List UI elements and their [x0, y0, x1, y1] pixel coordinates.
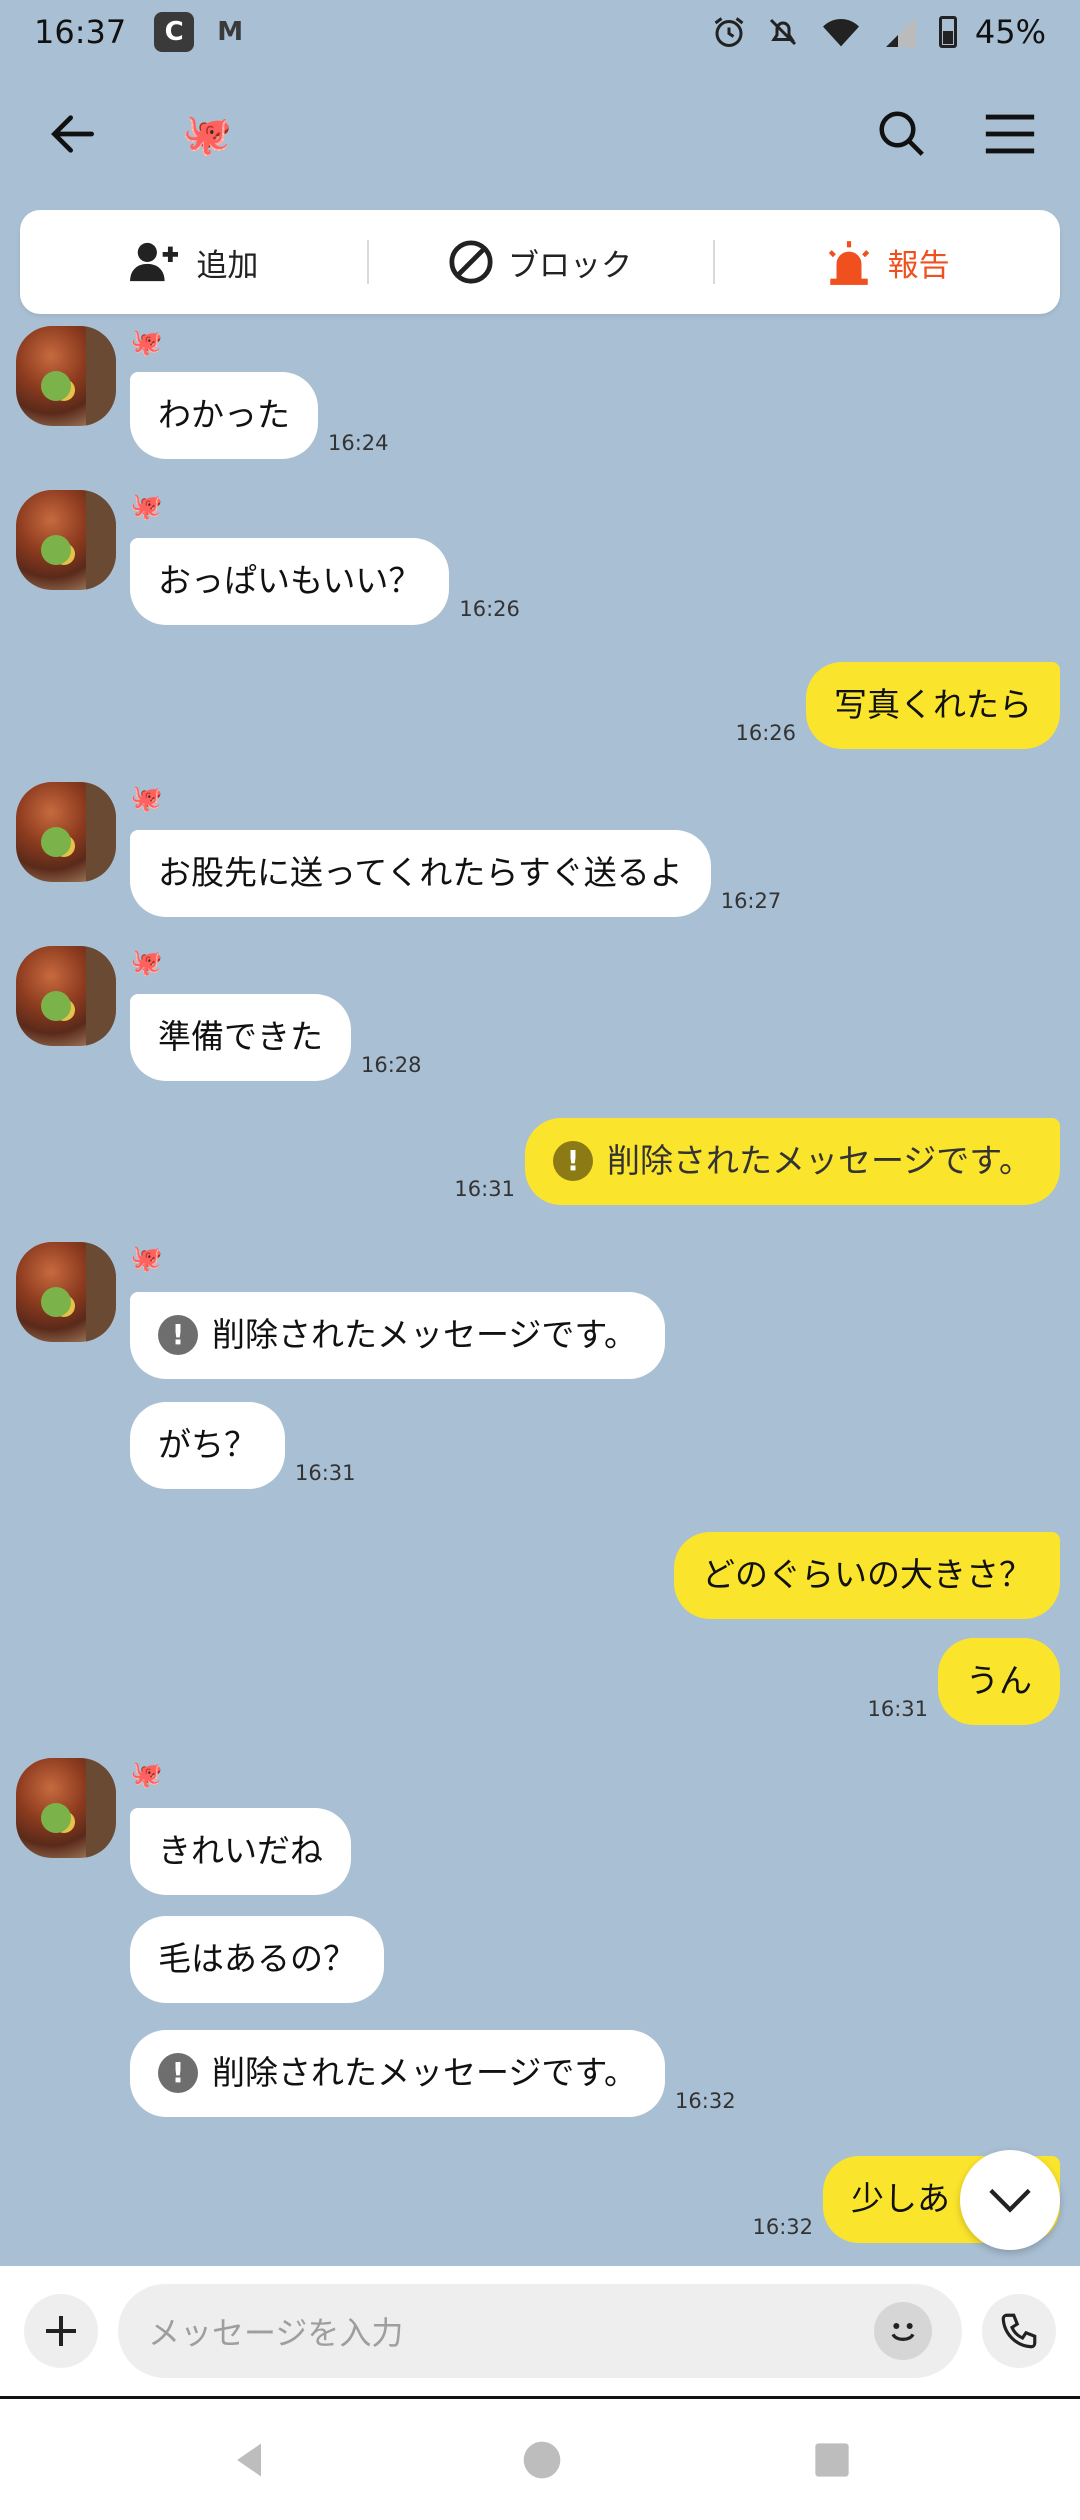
deleted-message-bubble[interactable]: ! 削除されたメッセージです。 — [130, 2030, 666, 2117]
wifi-icon — [822, 19, 859, 47]
exclamation-icon: ! — [158, 2053, 198, 2094]
message-input-placeholder: メッセージを入力 — [148, 2314, 404, 2352]
block-label: ブロック — [508, 247, 632, 284]
message-input-bar: メッセージを入力 — [0, 2266, 1080, 2396]
signal-icon — [885, 17, 916, 47]
deleted-message-text: 削除されたメッセージです。 — [212, 2053, 638, 2092]
message-time: 16:26 — [735, 720, 796, 745]
chevron-down-icon — [989, 2188, 1031, 2213]
block-icon — [449, 240, 493, 284]
search-button[interactable] — [872, 104, 932, 164]
block-button[interactable]: ブロック — [366, 210, 714, 314]
message-input[interactable]: メッセージを入力 — [118, 2284, 962, 2378]
gmail-icon: M — [217, 17, 244, 47]
message-row: わかった 16:24 — [130, 372, 399, 459]
nav-recents-icon[interactable] — [812, 2440, 852, 2480]
message-row: お股先に送ってくれたらすぐ送るよ 16:27 — [130, 830, 791, 917]
exclamation-icon: ! — [158, 1315, 198, 1356]
deleted-message-text: 削除されたメッセージです。 — [606, 1141, 1032, 1180]
message-time: 16:31 — [295, 1460, 356, 1485]
message-time: 16:31 — [867, 1696, 928, 1721]
sender-name: 🐙 — [130, 492, 163, 522]
avatar[interactable] — [16, 1758, 116, 1858]
avatar[interactable] — [16, 782, 116, 882]
nav-back-icon[interactable] — [228, 2438, 272, 2482]
smile-icon — [891, 2323, 915, 2341]
message-time: 16:32 — [675, 2088, 736, 2113]
message-bubble[interactable]: がち？ — [130, 1402, 285, 1489]
message-time: 16:27 — [720, 888, 782, 913]
message-bubble[interactable]: わかった — [130, 372, 318, 459]
add-user-icon — [130, 242, 179, 282]
message-bubble[interactable]: きれいだね — [130, 1808, 351, 1895]
message-bubble[interactable]: 準備できた — [130, 994, 351, 1081]
message-time: 16:32 — [752, 2214, 813, 2239]
avatar[interactable] — [16, 490, 116, 590]
message-row-mine: 写真くれたら 16:26 — [725, 662, 1060, 749]
report-button[interactable]: 報告 — [713, 210, 1060, 314]
search-icon — [879, 111, 924, 156]
message-time: 16:28 — [361, 1052, 422, 1077]
alarm-icon — [714, 17, 744, 47]
my-message-bubble[interactable]: 写真くれたら — [806, 662, 1060, 749]
my-message-bubble[interactable]: どのぐらいの大きさ？ — [674, 1532, 1060, 1619]
message-row: おっぱいもいい？ 16:26 — [130, 538, 530, 625]
siren-icon — [828, 241, 869, 285]
avatar[interactable] — [16, 1242, 116, 1342]
battery-icon — [938, 16, 957, 48]
scroll-to-bottom-button[interactable] — [960, 2150, 1060, 2250]
sender-name: 🐙 — [130, 1760, 163, 1790]
sender-name: 🐙 — [130, 1244, 163, 1274]
message-row: ! 削除されたメッセージです。 — [130, 1292, 666, 1379]
message-row-mine: ! 削除されたメッセージです。 16:31 — [444, 1118, 1060, 1205]
deleted-message-bubble[interactable]: ! 削除されたメッセージです。 — [130, 1292, 666, 1379]
menu-button[interactable] — [980, 104, 1040, 164]
message-row-mine: どのぐらいの大きさ？ — [674, 1532, 1060, 1619]
message-time: 16:31 — [454, 1176, 515, 1201]
notifications-off-icon — [769, 18, 796, 46]
message-bubble[interactable]: お股先に送ってくれたらすぐ送るよ — [130, 830, 711, 917]
message-bubble[interactable]: 毛はあるの？ — [130, 1916, 384, 2003]
chat-title: 🐙 — [182, 111, 232, 158]
avatar[interactable] — [16, 326, 116, 426]
message-row: がち？ 16:31 — [130, 1402, 366, 1489]
app-c-icon: C — [154, 12, 195, 52]
system-nav-bar — [0, 2396, 1080, 2520]
my-deleted-message-bubble[interactable]: ! 削除されたメッセージです。 — [524, 1118, 1060, 1205]
my-message-bubble[interactable]: うん — [938, 1638, 1060, 1725]
call-button[interactable] — [982, 2294, 1056, 2368]
avatar[interactable] — [16, 946, 116, 1046]
message-row: きれいだね — [130, 1808, 351, 1895]
emoji-button[interactable] — [874, 2302, 932, 2360]
nav-home-icon[interactable] — [522, 2440, 562, 2480]
message-time: 16:26 — [459, 596, 520, 621]
exclamation-icon: ! — [552, 1141, 593, 1182]
message-bubble[interactable]: おっぱいもいい？ — [130, 538, 450, 625]
plus-icon — [46, 2316, 76, 2346]
menu-icon — [985, 114, 1035, 154]
message-row-mine: うん 16:31 — [857, 1638, 1060, 1725]
message-row: 毛はあるの？ — [130, 1916, 384, 2003]
sender-name: 🐙 — [130, 784, 163, 814]
message-time: 16:24 — [328, 430, 389, 455]
add-label: 追加 — [196, 247, 259, 284]
sender-name: 🐙 — [130, 328, 163, 358]
add-attachment-button[interactable] — [24, 2294, 98, 2368]
deleted-message-text: 削除されたメッセージです。 — [212, 1315, 638, 1354]
report-label: 報告 — [887, 247, 950, 284]
phone-icon — [1001, 2313, 1037, 2349]
back-button[interactable] — [40, 101, 106, 167]
status-bar: 16:37 C M 45% — [0, 0, 1080, 64]
battery-percent: 45% — [974, 13, 1046, 51]
arrow-left-icon — [51, 115, 94, 153]
friend-action-bar: 追加 ブロック 報告 — [20, 210, 1060, 314]
status-time: 16:37 — [34, 13, 127, 51]
message-row: ! 削除されたメッセージです。 16:32 — [130, 2030, 746, 2117]
message-row: 準備できた 16:28 — [130, 994, 432, 1081]
add-friend-button[interactable]: 追加 — [20, 210, 367, 314]
sender-name: 🐙 — [130, 948, 163, 978]
chat-header: 🐙 — [0, 64, 1080, 204]
